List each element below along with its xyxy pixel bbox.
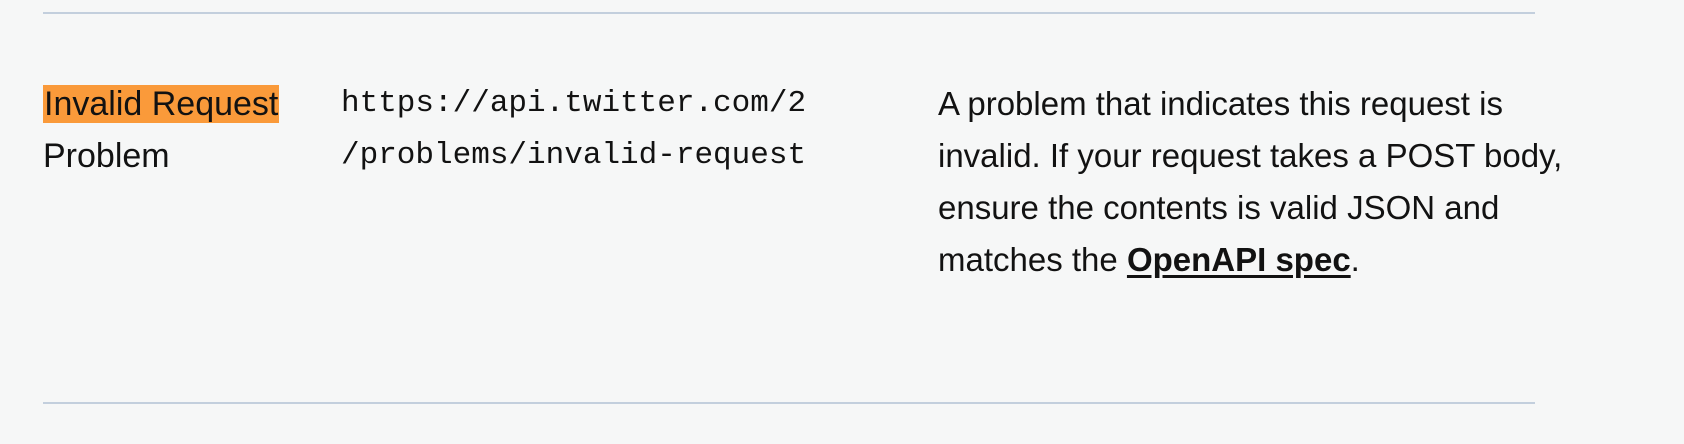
table-divider-top — [43, 12, 1535, 14]
problem-name-cell: Invalid Request Problem — [43, 78, 293, 182]
problem-type-url-cell: https://api.twitter.com/2 /problems/inva… — [341, 78, 941, 182]
openapi-spec-link[interactable]: OpenAPI spec — [1127, 241, 1351, 278]
problem-name-rest: Problem — [43, 137, 170, 175]
problem-name-highlight: Invalid Request — [43, 85, 280, 123]
problem-description-cell: A problem that indicates this request is… — [938, 78, 1578, 286]
problem-url-line-2: /problems/invalid-request — [341, 138, 807, 173]
table-divider-bottom — [43, 402, 1535, 404]
description-end: . — [1350, 241, 1360, 278]
problem-url-line-1: https://api.twitter.com/2 — [341, 86, 807, 121]
